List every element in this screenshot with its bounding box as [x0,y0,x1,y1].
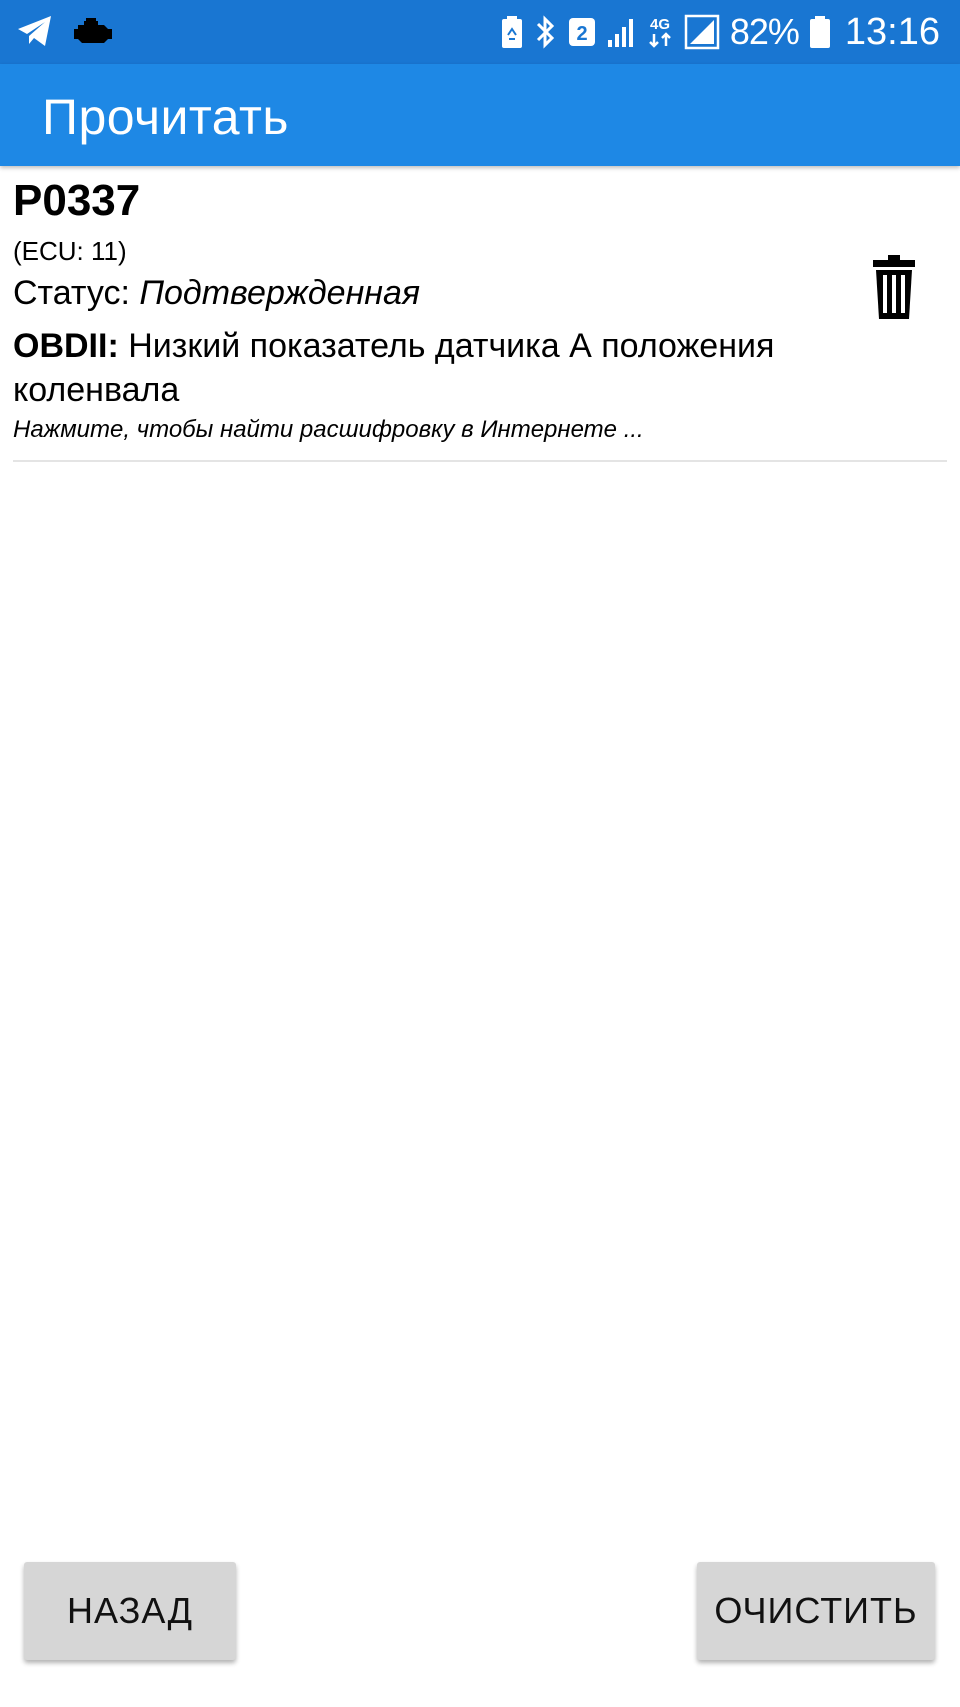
bluetooth-icon [534,14,558,50]
trash-icon[interactable] [871,254,917,320]
error-list-item[interactable]: P0337 (ECU: 11) Статус: Подтвержденная O… [13,166,947,462]
signal-full-icon [684,14,720,50]
obd-description: OBDII: Низкий показатель датчика А полож… [13,324,873,412]
status-label: Статус: [13,274,130,312]
status-bar: 2 4G 82% 13:16 [0,0,960,64]
ecu-label: (ECU: 11) [13,236,127,266]
status-line: Статус: Подтвержденная [13,274,420,313]
signal-icon [606,16,636,48]
check-engine-icon [72,16,114,46]
obd-description-text: Низкий показатель датчика А положения ко… [13,327,775,409]
app-bar: Прочитать [0,64,960,166]
clear-button[interactable]: ОЧИСТИТЬ [697,1562,935,1660]
sim2-icon: 2 [568,17,596,47]
back-button[interactable]: НАЗАД [24,1562,236,1660]
obd-label: OBDII: [13,327,119,365]
network-4g-icon: 4G [646,14,674,50]
search-hint-link[interactable]: Нажмите, чтобы найти расшифровку в Интер… [13,416,644,444]
status-value: Подтвержденная [139,274,421,312]
battery-percent: 82% [729,11,800,52]
error-code: P0337 [13,176,141,225]
battery-icon [809,15,831,49]
telegram-icon [16,14,54,48]
sim-number: 2 [576,23,587,45]
network-label: 4G [650,16,670,33]
clock: 13:16 [844,10,940,53]
battery-saver-icon [500,15,524,49]
status-bar-right: 2 4G 82% 13:16 [500,10,940,54]
status-bar-left [16,14,114,48]
page-title: Прочитать [42,89,289,145]
